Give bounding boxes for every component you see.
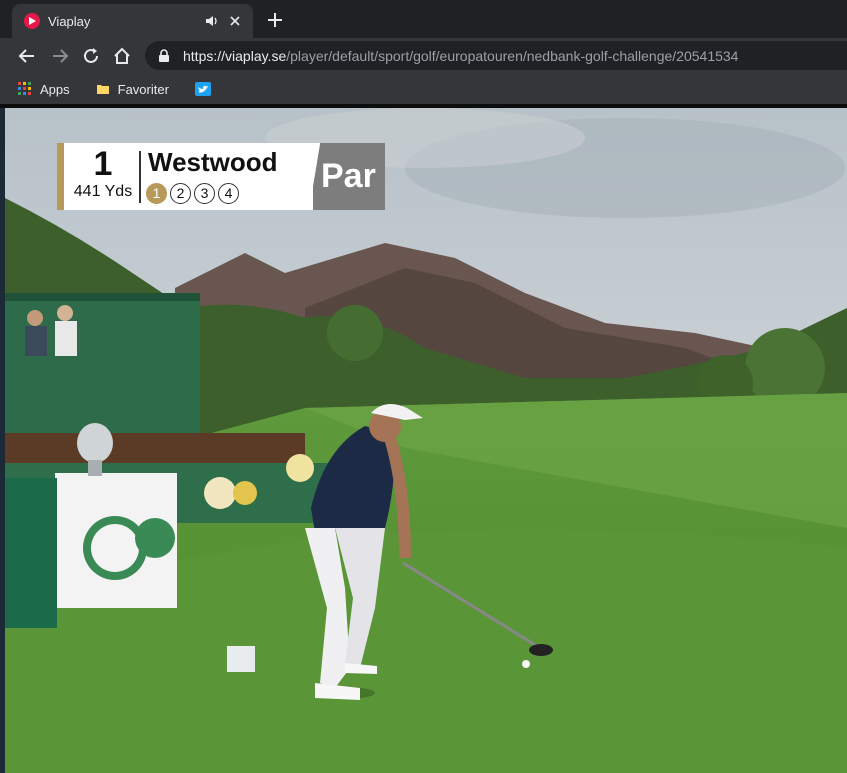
- folder-icon: [96, 85, 109, 94]
- forward-arrow-icon[interactable]: [49, 45, 71, 67]
- bookmarks-bar: Apps Favoriter: [0, 74, 847, 104]
- bookmark-apps[interactable]: Apps: [18, 82, 70, 97]
- tab-viaplay[interactable]: Viaplay: [12, 4, 253, 38]
- par-badge: Par: [313, 143, 385, 210]
- shot-3: 3: [194, 183, 215, 204]
- url-text: https://viaplay.se/player/default/sport/…: [183, 48, 738, 64]
- browser-toolbar: https://viaplay.se/player/default/sport/…: [0, 38, 847, 74]
- twitter-icon: [194, 82, 211, 96]
- hole-number: 1: [93, 145, 113, 183]
- close-icon[interactable]: [227, 13, 243, 29]
- new-tab-plus-icon[interactable]: [265, 10, 285, 30]
- par-label: Par: [321, 157, 376, 195]
- speaker-icon[interactable]: [205, 14, 219, 28]
- scorebug: 1 441 Yds Westwood 1 2 3 4 Par: [57, 143, 385, 210]
- bookmark-favoriter-label: Favoriter: [117, 81, 169, 97]
- shot-1: 1: [146, 183, 167, 204]
- video-player[interactable]: 1 441 Yds Westwood 1 2 3 4 Par: [5, 108, 847, 773]
- shot-tracker: 1 2 3 4: [146, 183, 242, 204]
- address-bar[interactable]: https://viaplay.se/player/default/sport/…: [145, 41, 847, 70]
- viaplay-logo-icon: [24, 13, 40, 29]
- scorebug-separator: [139, 151, 141, 203]
- back-arrow-icon[interactable]: [16, 45, 38, 67]
- apps-grid-icon: [18, 82, 31, 95]
- url-path: /player/default/sport/golf/europatouren/…: [286, 47, 739, 64]
- bookmark-favoriter[interactable]: Favoriter: [96, 82, 169, 97]
- tab-title: Viaplay: [48, 13, 91, 29]
- player-name: Westwood: [148, 147, 278, 177]
- home-icon[interactable]: [111, 45, 133, 67]
- shot-2: 2: [170, 183, 191, 204]
- shot-4: 4: [218, 183, 239, 204]
- url-host: https://viaplay.se: [183, 47, 287, 64]
- tab-strip: Viaplay: [0, 0, 847, 38]
- scorebug-panel: 1 441 Yds Westwood 1 2 3 4: [64, 143, 320, 210]
- bookmark-twitter[interactable]: [194, 82, 211, 96]
- scorebug-accent-bar: [57, 143, 64, 210]
- reload-icon[interactable]: [80, 45, 102, 67]
- bookmark-apps-label: Apps: [40, 81, 70, 97]
- lock-icon[interactable]: [157, 48, 171, 63]
- hole-yardage: 441 Yds: [73, 183, 133, 200]
